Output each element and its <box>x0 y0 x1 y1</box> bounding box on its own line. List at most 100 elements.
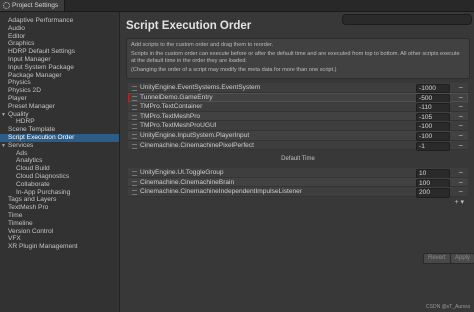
sidebar-item-input-manager[interactable]: Input Manager <box>0 56 119 64</box>
sidebar-item-ads[interactable]: Ads <box>0 150 119 158</box>
sidebar-item-adaptive-performance[interactable]: Adaptive Performance <box>0 17 119 25</box>
sidebar-item-editor[interactable]: Editor <box>0 33 119 41</box>
sidebar-item-cloud-build[interactable]: Cloud Build <box>0 165 119 173</box>
sidebar-item-label: Graphics <box>8 40 35 48</box>
sidebar-item-services[interactable]: ▼ Services <box>0 142 119 150</box>
remove-script-button[interactable]: − <box>458 83 463 93</box>
script-row[interactable]: TunnelDemo.GameEntry -500− <box>128 92 468 103</box>
sidebar-item-hdrp[interactable]: HDRP <box>0 118 119 126</box>
script-row[interactable]: TMPro.TextContainer -110− <box>128 102 468 113</box>
remove-script-button[interactable]: − <box>458 168 463 178</box>
sidebar-item-physics-2d[interactable]: Physics 2D <box>0 87 119 95</box>
sidebar-item-label: Adaptive Performance <box>8 17 74 24</box>
sidebar-item-player[interactable]: Player <box>0 95 119 103</box>
remove-script-button[interactable]: − <box>458 141 463 151</box>
script-row[interactable]: UnityEngine.InputSystem.PlayerInput -100− <box>128 130 468 142</box>
script-row[interactable]: UnityEngine.UI.ToggleGroup 10− <box>128 168 468 179</box>
sidebar-item-vfx[interactable]: VFX <box>0 235 119 243</box>
sidebar-item-textmesh-pro[interactable]: TextMesh Pro <box>0 204 119 212</box>
sidebar-item-label: Input System Package <box>8 63 74 71</box>
execution-order-list: UnityEngine.EventSystems.EventSystem -100… <box>128 83 468 207</box>
apply-button[interactable]: Apply <box>450 253 474 264</box>
remove-script-button[interactable]: − <box>458 178 463 188</box>
window-titlebar: Project Settings <box>0 0 474 12</box>
tab-project-settings[interactable]: Project Settings <box>0 0 66 11</box>
remove-script-button[interactable]: − <box>458 93 463 103</box>
sidebar-item-label: Cloud Diagnostics <box>16 172 70 180</box>
tab-title: Project Settings <box>12 2 59 9</box>
sidebar-item-label: Player <box>8 94 27 102</box>
sidebar-item-script-execution-order[interactable]: Script Execution Order <box>0 133 119 142</box>
sidebar-item-tags-and-layers[interactable]: Tags and Layers <box>0 196 119 204</box>
expand-triangle-icon[interactable]: ▼ <box>1 143 8 151</box>
script-name: UnityEngine.EventSystems.EventSystem <box>140 84 261 91</box>
drag-handle-icon[interactable] <box>132 124 137 130</box>
sidebar-item-graphics[interactable]: Graphics <box>0 40 119 48</box>
add-script-button[interactable]: + ▾ <box>454 198 464 206</box>
page-title: Script Execution Order <box>126 20 252 32</box>
order-value-field[interactable]: -1 <box>416 141 450 151</box>
drag-handle-icon[interactable] <box>132 95 137 101</box>
sidebar-item-label: Audio <box>8 24 25 32</box>
sidebar-item-label: Quality <box>8 110 29 118</box>
remove-script-button[interactable]: − <box>458 131 463 141</box>
sidebar-item-label: Cloud Build <box>16 165 50 173</box>
list-footer: + ▾ <box>128 197 468 207</box>
expand-triangle-icon[interactable]: ▼ <box>1 112 8 120</box>
script-row[interactable]: Cinemachine.CinemachineBrain 100− <box>128 177 468 189</box>
drag-handle-icon[interactable] <box>132 133 137 139</box>
sidebar-item-label: Scene Template <box>8 126 56 134</box>
sidebar-item-label: Physics 2D <box>8 87 41 95</box>
sidebar-item-analytics[interactable]: Analytics <box>0 157 119 165</box>
sidebar-item-label: Collaborate <box>16 180 50 188</box>
script-row[interactable]: TMPro.TextMeshProUGUI -100− <box>128 121 468 132</box>
sidebar-item-input-system-package[interactable]: Input System Package <box>0 64 119 72</box>
sidebar-item-time[interactable]: Time <box>0 212 119 220</box>
drag-handle-icon[interactable] <box>132 171 137 177</box>
script-name: Cinemachine.CinemachineBrain <box>140 178 235 186</box>
drag-handle-icon[interactable] <box>132 143 137 149</box>
sidebar-item-audio[interactable]: Audio <box>0 25 119 33</box>
remove-script-button[interactable]: − <box>458 121 463 131</box>
sidebar-item-preset-manager[interactable]: Preset Manager <box>0 103 119 111</box>
remove-script-button[interactable]: − <box>458 102 463 112</box>
sidebar-item-label: Version Control <box>8 227 54 235</box>
sidebar-item-timeline[interactable]: Timeline <box>0 220 119 228</box>
script-name: Cinemachine.CinemachineIndependentImpuls… <box>140 188 303 196</box>
script-name: TunnelDemo.GameEntry <box>140 93 213 101</box>
sidebar-item-label: Analytics <box>16 157 43 165</box>
sidebar-item-quality[interactable]: ▼ Quality <box>0 111 119 119</box>
sidebar-item-label: HDRP <box>16 118 35 126</box>
sidebar-item-label: Time <box>8 211 23 219</box>
drag-handle-icon[interactable] <box>132 180 137 186</box>
sidebar-item-package-manager[interactable]: Package Manager <box>0 72 119 80</box>
script-row[interactable]: Cinemachine.CinemachineIndependentImpuls… <box>128 187 468 198</box>
script-name: TMPro.TextContainer <box>140 103 203 111</box>
sidebar-item-xr-plugin-management[interactable]: XR Plugin Management <box>0 243 119 251</box>
script-row[interactable]: Cinemachine.CinemachinePixelPerfect -1− <box>128 140 468 151</box>
sidebar-item-collaborate[interactable]: Collaborate <box>0 181 119 189</box>
sidebar-item-in-app-purchasing[interactable]: In-App Purchasing <box>0 189 119 197</box>
script-row[interactable]: UnityEngine.EventSystems.EventSystem -100… <box>128 83 468 94</box>
revert-button[interactable]: Revert <box>423 253 451 264</box>
sidebar-item-label: Services <box>8 141 34 149</box>
drag-handle-icon[interactable] <box>132 114 137 120</box>
script-row[interactable]: TMPro.TextMeshPro -105− <box>128 111 468 123</box>
settings-sidebar: Adaptive Performance Audio Editor Graphics H… <box>0 12 120 312</box>
drag-handle-icon[interactable] <box>132 105 137 111</box>
default-time-label: Default Time <box>281 156 315 163</box>
sidebar-item-hdrp-default-settings[interactable]: HDRP Default Settings <box>0 48 119 56</box>
sidebar-item-scene-template[interactable]: Scene Template <box>0 126 119 134</box>
sidebar-item-version-control[interactable]: Version Control <box>0 228 119 236</box>
drag-handle-icon[interactable] <box>132 190 137 196</box>
remove-script-button[interactable]: − <box>458 112 463 122</box>
script-name: Cinemachine.CinemachinePixelPerfect <box>140 141 254 149</box>
sidebar-item-cloud-diagnostics[interactable]: Cloud Diagnostics <box>0 173 119 181</box>
drag-handle-icon[interactable] <box>132 86 137 91</box>
remove-script-button[interactable]: − <box>458 187 463 197</box>
sidebar-item-label: Editor <box>8 32 26 40</box>
sidebar-item-physics[interactable]: Physics <box>0 79 119 87</box>
script-name: UnityEngine.InputSystem.PlayerInput <box>140 131 250 139</box>
help-text: Scripts in the custom order can execute … <box>131 51 460 64</box>
sidebar-item-label: Preset Manager <box>8 102 55 110</box>
